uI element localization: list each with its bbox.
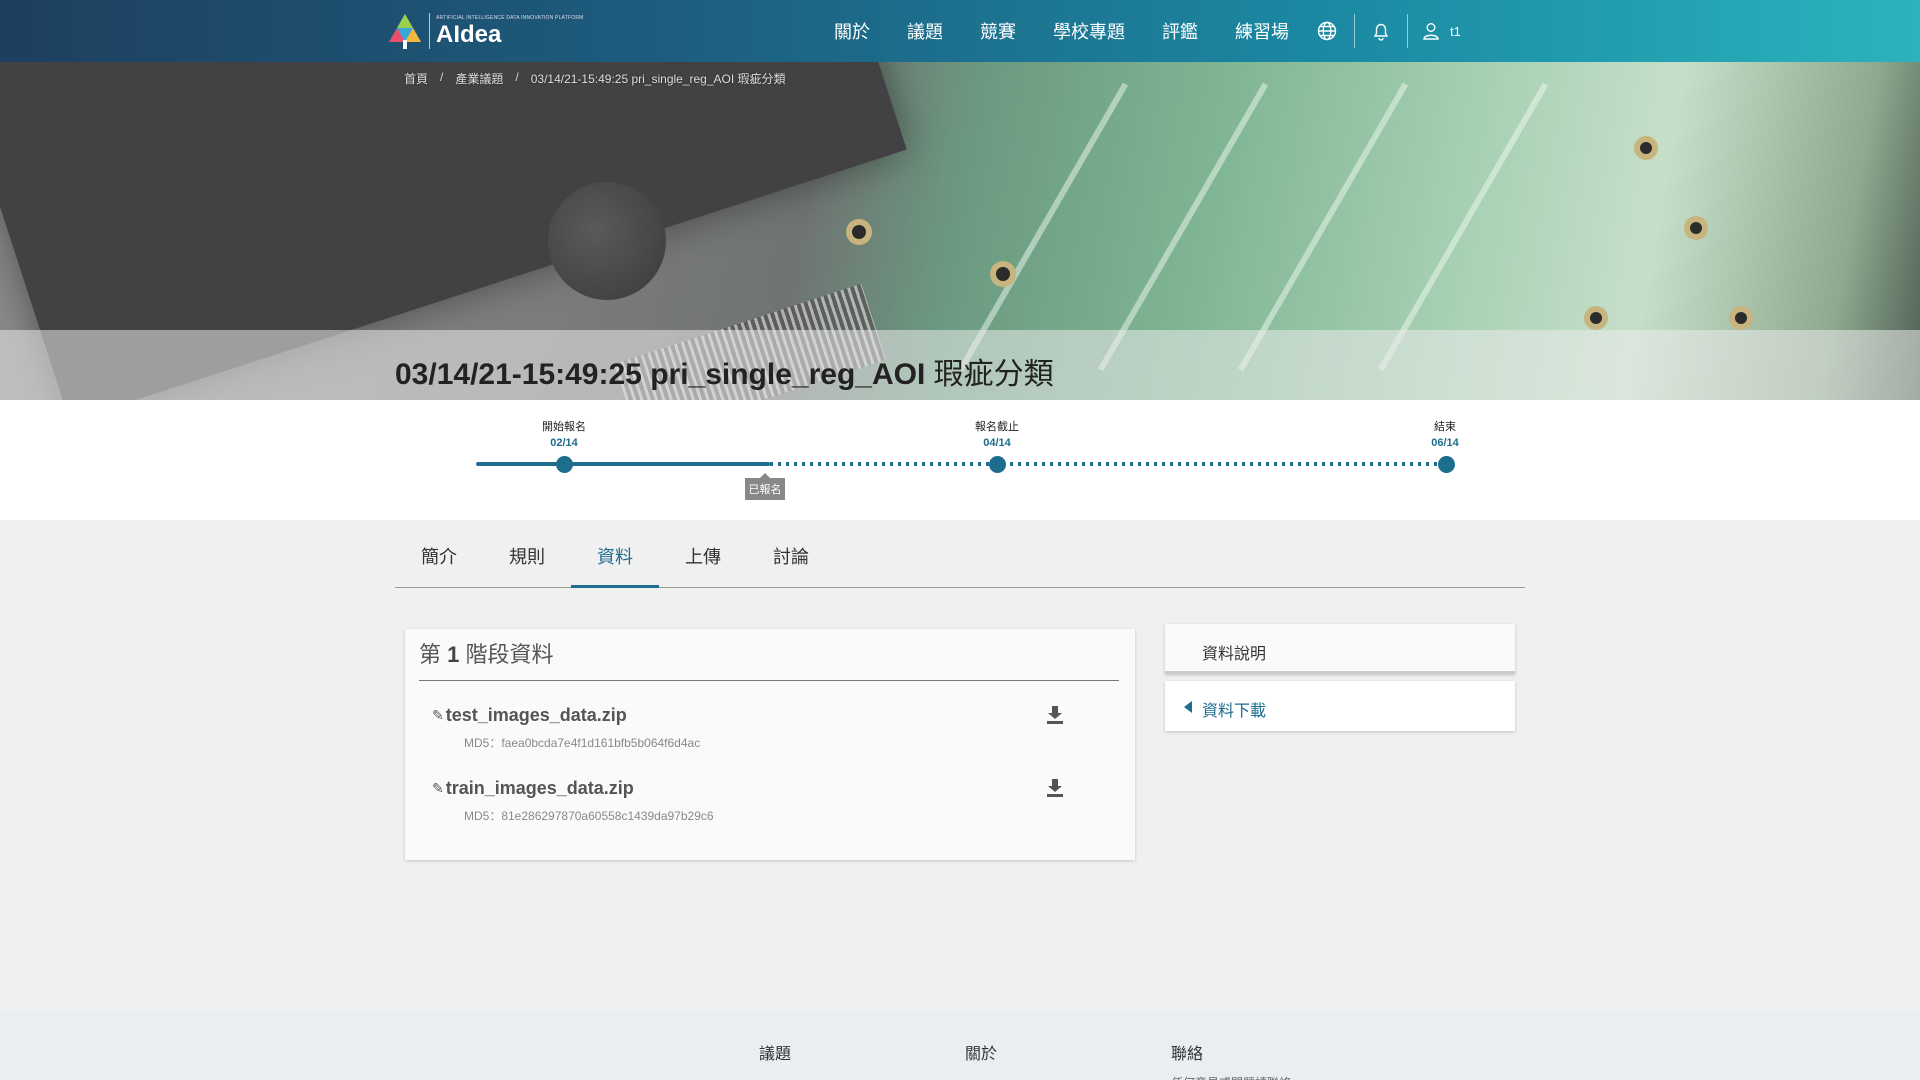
bell-icon[interactable] <box>1370 20 1392 42</box>
timeline-deadline-label: 報名截止 04/14 <box>975 418 1019 449</box>
banner-trace <box>1237 82 1409 372</box>
content-tabs: 簡介 規則 資料 上傳 討論 <box>395 536 1525 588</box>
timeline-end-name: 結束 <box>1434 421 1456 433</box>
footer-about[interactable]: 關於 <box>965 1040 997 1064</box>
file-md5: MD5：81e286297870a60558c1439da97b29c6 <box>464 809 714 823</box>
sidebar-download-label: 資料下載 <box>1202 703 1267 720</box>
timeline-panel <box>0 400 1920 520</box>
timeline-start-name: 開始報名 <box>542 421 586 433</box>
banner-trace <box>1097 82 1269 372</box>
stage-suffix: 階段資料 <box>459 642 554 667</box>
download-icon[interactable] <box>1046 778 1066 800</box>
pencil-icon: ✎ <box>432 780 444 796</box>
breadcrumb: 首頁 / 產業議題 / 03/14/21-15:49:25 pri_single… <box>404 70 786 87</box>
banner-chip-dot <box>548 182 666 300</box>
page-title-suffix: 瑕疵分類 <box>925 358 1054 391</box>
globe-icon[interactable] <box>1316 20 1338 42</box>
sidebar-description-label: 資料說明 <box>1202 646 1267 663</box>
caret-left-icon <box>1184 701 1192 713</box>
timeline-start-date: 02/14 <box>550 437 578 449</box>
banner-pad <box>1690 222 1702 234</box>
nav-divider <box>1354 14 1355 48</box>
stage-title: 第 1 階段資料 <box>419 637 1119 681</box>
nav-competitions[interactable]: 競賽 <box>980 18 1016 44</box>
timeline-end-label: 結束 06/14 <box>1431 418 1459 449</box>
footer-topics[interactable]: 議題 <box>759 1040 791 1064</box>
timeline-end-date: 06/14 <box>1431 437 1459 449</box>
file-item: ✎ test_images_data.zip MD5：faea0bcda7e4f… <box>432 705 1072 751</box>
file-item: ✎ train_images_data.zip MD5：81e286297870… <box>432 778 1072 824</box>
page-title: 03/14/21-15:49:25 pri_single_reg_AOI 瑕疵分… <box>395 349 1054 393</box>
banner-pad <box>1735 312 1747 324</box>
tab-upload[interactable]: 上傳 <box>659 536 747 588</box>
banner-pad <box>996 267 1010 281</box>
stage-number: 1 <box>447 642 460 667</box>
breadcrumb-separator: / <box>515 70 519 84</box>
stage-prefix: 第 <box>419 642 448 667</box>
breadcrumb-home[interactable]: 首頁 <box>404 70 428 87</box>
registered-badge: 已報名 <box>745 473 785 500</box>
sidebar-data-download[interactable]: 資料下載 <box>1165 681 1515 731</box>
footer: 議題 關於 聯絡 <box>0 1010 1920 1080</box>
banner-trace <box>957 82 1129 372</box>
timeline-deadline-date: 04/14 <box>983 437 1011 449</box>
timeline-start-label: 開始報名 02/14 <box>542 418 586 449</box>
nav-about[interactable]: 關於 <box>834 18 870 44</box>
nav-topics[interactable]: 議題 <box>907 18 943 44</box>
sidebar-data-description[interactable]: 資料說明 <box>1165 624 1515 674</box>
pencil-icon: ✎ <box>432 707 444 723</box>
footer-contact-note: 任何意見或問題請聯絡 <box>1171 1074 1291 1080</box>
user-icon[interactable] <box>1420 20 1442 42</box>
aidea-logo[interactable]: ARTIFICIAL INTELLIGENCE DATA INNOVATION … <box>387 11 584 51</box>
tab-discussion[interactable]: 討論 <box>747 536 835 588</box>
main-nav: 關於 議題 競賽 學校專題 評鑑 練習場 t1 <box>834 0 1461 62</box>
user-name[interactable]: t1 <box>1450 24 1461 39</box>
breadcrumb-separator: / <box>440 70 444 84</box>
data-card: 第 1 階段資料 ✎ test_images_data.zip MD5：faea… <box>405 629 1135 860</box>
timeline-node-deadline <box>989 456 1006 473</box>
nav-school-projects[interactable]: 學校專題 <box>1053 18 1125 44</box>
logo-wordmark: AIdea <box>436 21 502 48</box>
nav-practice[interactable]: 練習場 <box>1235 18 1289 44</box>
download-icon[interactable] <box>1046 705 1066 727</box>
timeline-node-end <box>1438 456 1455 473</box>
nav-divider <box>1407 14 1408 48</box>
file-name[interactable]: test_images_data.zip <box>446 705 627 726</box>
tab-data[interactable]: 資料 <box>571 536 659 588</box>
page-title-main: 03/14/21-15:49:25 pri_single_reg_AOI <box>395 358 926 391</box>
banner-pad <box>852 225 866 239</box>
file-md5: MD5：faea0bcda7e4f1d161bfb5b064f6d4ac <box>464 736 701 750</box>
file-name[interactable]: train_images_data.zip <box>446 778 634 799</box>
tab-intro[interactable]: 簡介 <box>395 536 483 588</box>
timeline-deadline-name: 報名截止 <box>975 421 1019 433</box>
tab-rules[interactable]: 規則 <box>483 536 571 588</box>
breadcrumb-current: 03/14/21-15:49:25 pri_single_reg_AOI 瑕疵分… <box>530 72 786 86</box>
timeline-remaining-line <box>770 462 1448 466</box>
banner-pad <box>1590 312 1602 324</box>
timeline-progress-bar <box>476 462 770 466</box>
banner-pad <box>1640 142 1652 154</box>
nav-evaluation[interactable]: 評鑑 <box>1162 18 1198 44</box>
footer-contact[interactable]: 聯絡 <box>1171 1040 1203 1064</box>
timeline-node-start <box>556 456 573 473</box>
top-navbar: ARTIFICIAL INTELLIGENCE DATA INNOVATION … <box>0 0 1920 62</box>
breadcrumb-industry[interactable]: 產業議題 <box>455 70 503 87</box>
banner-trace <box>1377 82 1549 372</box>
logo-separator <box>429 13 430 49</box>
logo-mark-icon <box>387 12 423 50</box>
